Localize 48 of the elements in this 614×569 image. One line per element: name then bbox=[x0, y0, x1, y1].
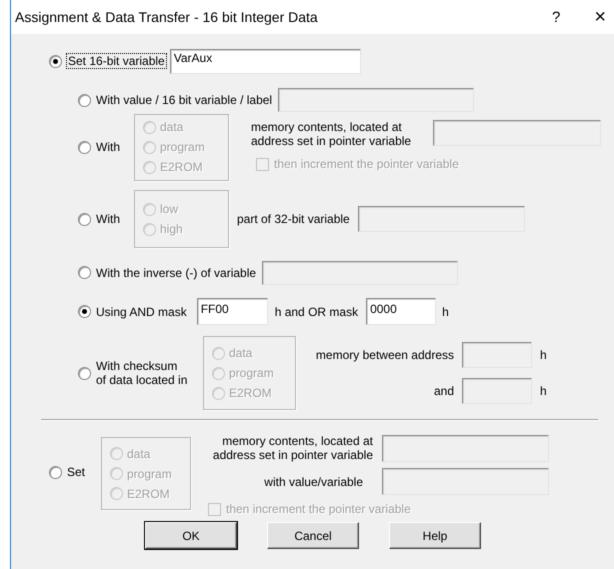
dialog-button[interactable]: Help bbox=[389, 522, 481, 549]
unit-label: h bbox=[540, 348, 547, 362]
radio-button[interactable] bbox=[49, 54, 62, 68]
close-button[interactable]: × bbox=[594, 6, 606, 28]
option-text: memory contents, located at address set in pointer variable bbox=[251, 120, 412, 148]
option-label: With the inverse (-) of variable bbox=[96, 266, 256, 280]
unit-label: h bbox=[540, 384, 547, 398]
radio-button[interactable] bbox=[78, 305, 91, 318]
option-label: E2ROM bbox=[127, 486, 170, 500]
checkbox-label: then increment the pointer variable bbox=[274, 157, 459, 171]
option-label: program bbox=[160, 140, 205, 154]
option-label: data bbox=[229, 346, 252, 360]
option-label: With checksum of data located in bbox=[96, 359, 188, 387]
option-label: high bbox=[160, 222, 183, 236]
help-button[interactable]: ? bbox=[552, 8, 560, 26]
radio-button[interactable] bbox=[78, 94, 91, 106]
radio-button[interactable] bbox=[78, 212, 91, 226]
checkbox-label: then increment the pointer variable bbox=[226, 502, 411, 516]
option-text: part of 32-bit variable bbox=[237, 212, 350, 226]
window-title: Assignment & Data Transfer - 16 bit Integer Data bbox=[15, 9, 319, 25]
option-text: and bbox=[432, 384, 454, 398]
option-label: Set 16-bit variable bbox=[67, 54, 166, 68]
option-label: data bbox=[127, 446, 150, 460]
option-text: with value/variable bbox=[263, 474, 363, 488]
option-text: memory between address bbox=[314, 348, 454, 362]
radio-button[interactable] bbox=[78, 366, 91, 380]
option-label: E2ROM bbox=[160, 160, 203, 174]
text-field[interactable]: FF00 bbox=[196, 298, 268, 325]
option-label: Set bbox=[67, 465, 86, 479]
option-label: low bbox=[160, 202, 178, 216]
option-text: h and OR mask bbox=[274, 304, 358, 318]
option-label: E2ROM bbox=[229, 386, 272, 400]
option-text: memory contents, located at address set in pointer variable bbox=[212, 434, 373, 462]
dialog-button[interactable]: OK bbox=[145, 522, 237, 549]
option-label: data bbox=[160, 120, 184, 134]
unit-label: h bbox=[442, 304, 449, 318]
option-label: program bbox=[229, 366, 274, 380]
option-label: With bbox=[96, 140, 120, 154]
option-label: With value / 16 bit variable / label bbox=[96, 93, 272, 107]
dialog-button[interactable]: Cancel bbox=[267, 522, 359, 549]
option-label: With bbox=[96, 212, 120, 226]
text-field[interactable]: VarAux bbox=[170, 48, 361, 74]
radio-button[interactable] bbox=[49, 466, 62, 478]
radio-button[interactable] bbox=[78, 140, 91, 154]
option-label: program bbox=[127, 466, 172, 480]
text-field[interactable]: 0000 bbox=[366, 298, 436, 325]
option-label: Using AND mask bbox=[96, 304, 187, 318]
radio-button[interactable] bbox=[78, 266, 91, 279]
